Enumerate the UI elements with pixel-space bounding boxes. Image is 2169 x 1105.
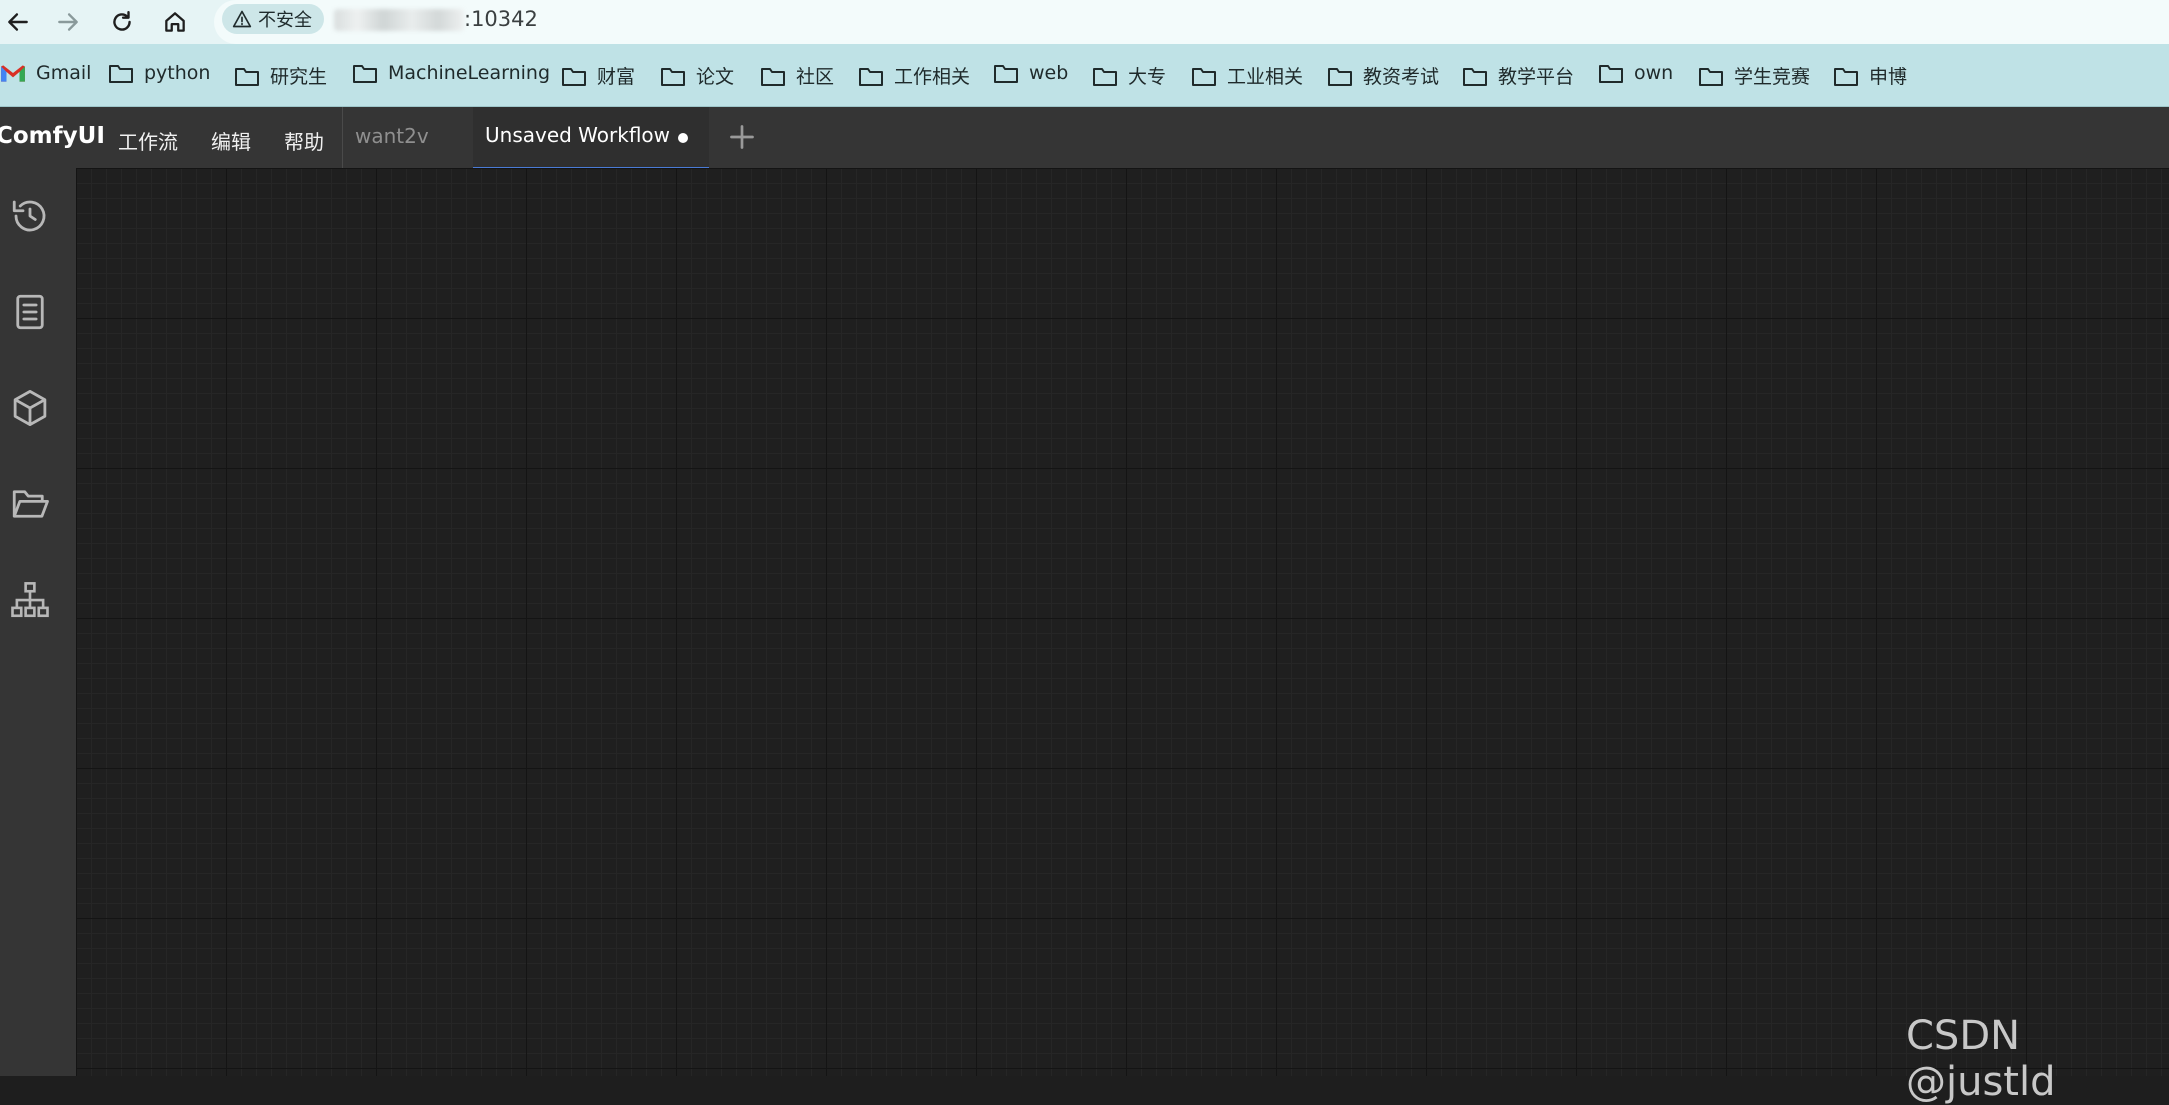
bookmark-gongyexiangguan[interactable]: 工业相关: [1191, 62, 1303, 89]
folder-icon: [1192, 67, 1216, 86]
graph-canvas[interactable]: [76, 168, 2169, 1076]
tab-divider: [342, 107, 343, 168]
app-brand: ComfyUI: [0, 123, 105, 149]
folder-icon: [661, 67, 685, 86]
menu-help[interactable]: 帮助: [284, 126, 324, 155]
menu-edit[interactable]: 编辑: [211, 126, 251, 155]
sidebar-workflows-button[interactable]: [4, 478, 56, 530]
cube-icon: [13, 389, 47, 427]
bookmark-lunwen[interactable]: 论文: [660, 62, 734, 89]
bookmarks-bar: Gmail python 研究生 MachineLearning 财富 论文 社…: [0, 44, 2169, 107]
bookmark-yanjiusheng[interactable]: 研究生: [234, 62, 327, 89]
folder-icon: [1599, 65, 1623, 83]
tab-unsaved-workflow[interactable]: Unsaved Workflow: [473, 107, 709, 169]
add-tab-button[interactable]: [724, 119, 760, 155]
book-icon: [16, 294, 44, 330]
folder-icon: [109, 65, 133, 83]
folder-icon: [562, 67, 586, 86]
folder-icon: [761, 67, 785, 86]
history-icon: [12, 200, 46, 232]
bookmark-jiaoxuepingtai[interactable]: 教学平台: [1462, 62, 1574, 89]
url-host-redacted: [334, 9, 464, 31]
folder-icon: [1093, 67, 1117, 86]
home-button[interactable]: [157, 4, 193, 40]
sidebar-models-button[interactable]: [4, 382, 56, 434]
arrow-left-icon: [8, 13, 28, 31]
tab-want2v[interactable]: want2v: [355, 124, 429, 148]
folder-icon: [859, 67, 883, 86]
plus-icon: [730, 125, 754, 149]
app-menubar: ComfyUI 工作流 编辑 帮助 want2v Unsaved Workflo…: [0, 107, 2169, 169]
folder-icon: [994, 65, 1018, 83]
bookmark-machinelearning[interactable]: MachineLearning: [352, 62, 550, 84]
bookmark-own[interactable]: own: [1598, 62, 1673, 84]
sitemap-icon: [11, 582, 49, 618]
back-button[interactable]: [0, 4, 36, 40]
url-text: :10342: [464, 7, 538, 31]
folder-icon: [1834, 67, 1858, 86]
bookmark-caifu[interactable]: 财富: [561, 62, 635, 89]
folder-icon: [235, 67, 259, 86]
security-label: 不安全: [258, 10, 312, 31]
bookmark-xueshengjingsai[interactable]: 学生竞赛: [1698, 62, 1810, 89]
bookmark-gongzuoxiangguan[interactable]: 工作相关: [858, 62, 970, 89]
bookmark-python[interactable]: python: [108, 62, 210, 84]
security-chip[interactable]: 不安全: [222, 4, 324, 34]
bookmark-dazhuan[interactable]: 大专: [1092, 62, 1166, 89]
reload-button[interactable]: [104, 4, 140, 40]
watermark: CSDN @justld: [1906, 1013, 2056, 1105]
bookmark-shenbo[interactable]: 申博: [1833, 62, 1907, 89]
gmail-icon: [1, 65, 25, 82]
folder-open-icon: [12, 490, 49, 518]
folder-icon: [1463, 67, 1487, 86]
bookmark-web[interactable]: web: [993, 62, 1068, 84]
browser-toolbar: 不安全 :10342: [0, 0, 2169, 44]
reload-icon: [113, 11, 131, 31]
folder-icon: [1328, 67, 1352, 86]
unsaved-indicator: [678, 133, 688, 143]
folder-icon: [1699, 67, 1723, 86]
forward-button[interactable]: [50, 4, 86, 40]
bookmark-gmail[interactable]: Gmail: [0, 62, 91, 84]
menu-workflow[interactable]: 工作流: [118, 126, 178, 155]
sidebar-history-button[interactable]: [4, 190, 56, 242]
folder-icon: [353, 65, 377, 83]
home-icon: [165, 12, 185, 32]
arrow-right-icon: [58, 13, 78, 31]
tab-label: Unsaved Workflow: [485, 123, 671, 147]
sidebar-node-library-button[interactable]: [4, 574, 56, 626]
sidebar-library-button[interactable]: [4, 286, 56, 338]
sidebar: [0, 168, 76, 1076]
warning-icon: [232, 10, 252, 28]
address-bar[interactable]: 不安全 :10342: [214, 0, 2169, 44]
bookmark-shequ[interactable]: 社区: [760, 62, 834, 89]
bookmark-jiaozikaoshi[interactable]: 教资考试: [1327, 62, 1439, 89]
